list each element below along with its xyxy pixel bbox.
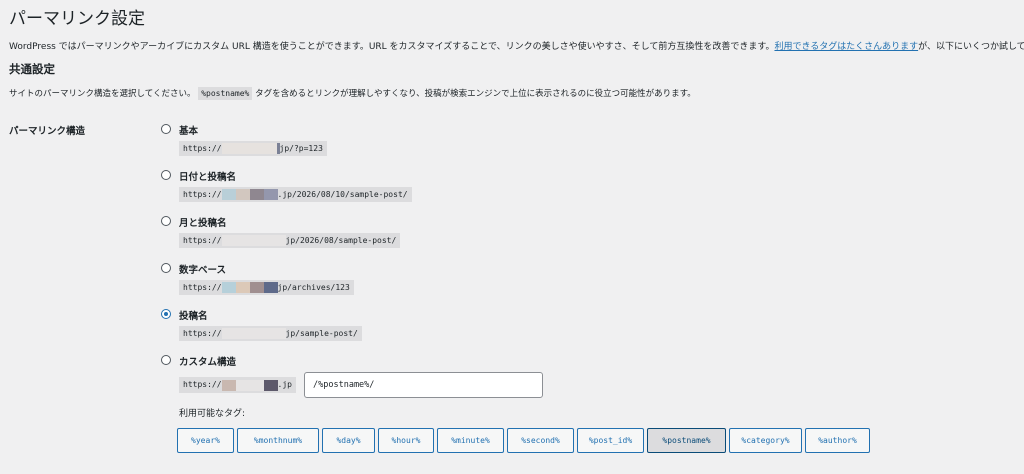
tag-button-second[interactable]: %second% <box>507 428 574 453</box>
desc-before: サイトのパーマリンク構造を選択してください。 <box>9 89 196 99</box>
available-tags-label: 利用可能なタグ: <box>179 409 246 419</box>
custom-structure-input[interactable]: /%postname%/ <box>304 372 543 398</box>
masked-domain <box>221 235 286 246</box>
url-prefix: https:// <box>183 329 222 338</box>
radio-post-name[interactable] <box>161 309 171 319</box>
url-suffix: jp/archives/123 <box>277 283 350 292</box>
radio-month-name[interactable] <box>161 216 171 226</box>
common-settings-title: 共通設定 <box>9 62 55 76</box>
url-prefix: https:// <box>183 190 222 199</box>
tag-buttons: %year% %monthnum% %day% %hour% %minute% … <box>177 428 873 453</box>
desc-after: タグを含めるとリンクが理解しやすくなり、投稿が検索エンジンで上位に表示されるのに… <box>255 89 696 99</box>
tag-button-minute[interactable]: %minute% <box>437 428 504 453</box>
radio-day-name[interactable] <box>161 170 171 180</box>
radio-plain[interactable] <box>161 124 171 134</box>
url-suffix: jp/2026/08/sample-post/ <box>285 236 397 245</box>
option-day-name-label[interactable]: 日付と投稿名 <box>179 169 236 183</box>
url-suffix: .jp/2026/08/10/sample-post/ <box>277 190 408 199</box>
url-suffix: jp/?p=123 <box>279 144 323 153</box>
radio-numeric[interactable] <box>161 263 171 273</box>
option-numeric-label[interactable]: 数字ベース <box>179 262 226 276</box>
tag-button-monthnum[interactable]: %monthnum% <box>237 428 319 453</box>
tag-button-category[interactable]: %category% <box>729 428 802 453</box>
tag-button-year[interactable]: %year% <box>177 428 234 453</box>
radio-custom[interactable] <box>161 355 171 365</box>
permalink-structure-label: パーマリンク構造 <box>9 126 86 137</box>
available-tags-link[interactable]: 利用できるタグはたくさんあります <box>774 42 918 52</box>
tag-button-hour[interactable]: %hour% <box>378 428 434 453</box>
option-custom-label[interactable]: カスタム構造 <box>179 354 236 368</box>
masked-domain <box>221 328 286 339</box>
url-prefix: https:// <box>183 380 222 389</box>
option-day-name-url: https:// .jp/2026/08/10/sample-post/ <box>179 187 412 202</box>
intro-text-after: が、以下にいくつか試してい <box>918 42 1024 52</box>
page-title: パーマリンク設定 <box>9 9 145 29</box>
option-post-name-url: https:// jp/sample-post/ <box>179 326 362 341</box>
common-settings-description: サイトのパーマリンク構造を選択してください。 %postname% タグを含める… <box>9 87 696 100</box>
masked-domain <box>221 143 280 154</box>
option-plain-url: https:// jp/?p=123 <box>179 141 327 156</box>
option-month-name-label[interactable]: 月と投稿名 <box>179 215 227 229</box>
tag-button-postname[interactable]: %postname% <box>647 428 726 453</box>
url-prefix: https:// <box>183 144 222 153</box>
option-plain-label[interactable]: 基本 <box>179 123 198 137</box>
tag-button-author[interactable]: %author% <box>805 428 870 453</box>
postname-code: %postname% <box>198 87 253 100</box>
masked-domain <box>221 379 278 391</box>
option-post-name-label[interactable]: 投稿名 <box>179 308 208 322</box>
masked-domain <box>221 189 278 200</box>
intro-text-body: WordPress ではパーマリンクやアーカイブにカスタム URL 構造を使うこ… <box>9 42 775 52</box>
intro-text: WordPress ではパーマリンクやアーカイブにカスタム URL 構造を使うこ… <box>9 39 1024 52</box>
url-suffix: jp/sample-post/ <box>285 329 358 338</box>
option-month-name-url: https:// jp/2026/08/sample-post/ <box>179 233 401 248</box>
tag-button-post-id[interactable]: %post_id% <box>577 428 644 453</box>
url-prefix: https:// <box>183 236 222 245</box>
url-prefix: https:// <box>183 283 222 292</box>
url-suffix: .jp <box>277 380 292 389</box>
option-custom-url: https:// .jp <box>179 377 296 393</box>
masked-domain <box>221 282 278 293</box>
option-numeric-url: https:// jp/archives/123 <box>179 280 354 295</box>
tag-button-day[interactable]: %day% <box>322 428 375 453</box>
